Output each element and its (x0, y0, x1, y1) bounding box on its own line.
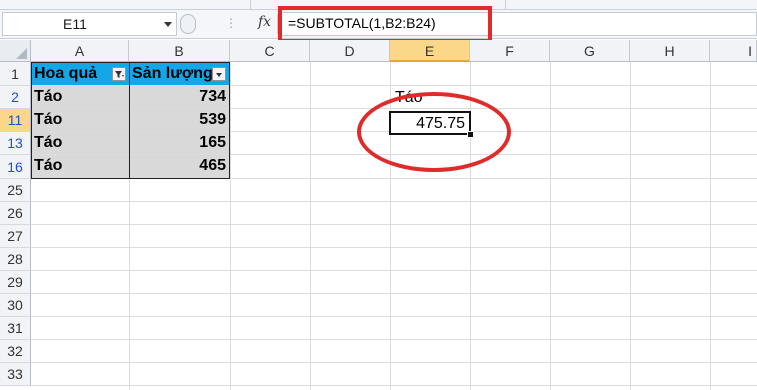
gridline (31, 385, 757, 386)
row-header-25[interactable]: 25 (0, 179, 31, 202)
select-all-button[interactable] (0, 40, 31, 62)
ribbon-separator (250, 0, 251, 9)
gridline (31, 339, 757, 340)
row-header-27[interactable]: 27 (0, 225, 31, 248)
name-box[interactable]: E11 (2, 12, 177, 36)
gridline (31, 316, 757, 317)
gridline (31, 224, 757, 225)
gridline (31, 247, 757, 248)
row-header-30[interactable]: 30 (0, 294, 31, 317)
row-header-11[interactable]: 11 (0, 109, 31, 132)
chevron-down-icon[interactable] (164, 22, 172, 27)
gridline (230, 62, 231, 390)
row-header-33[interactable]: 33 (0, 363, 31, 386)
column-header-f[interactable]: F (470, 40, 550, 62)
column-header-c[interactable]: C (230, 40, 310, 62)
row-header-28[interactable]: 28 (0, 248, 31, 271)
annotation-rectangle (278, 6, 492, 43)
gridline (31, 362, 757, 363)
insert-function-icon[interactable]: fx (258, 14, 271, 30)
select-all-icon (16, 48, 27, 59)
row-header-29[interactable]: 29 (0, 271, 31, 294)
formula-bar-resize-handle[interactable] (180, 14, 196, 34)
column-header-d[interactable]: D (310, 40, 390, 62)
row-header-2[interactable]: 2 (0, 86, 31, 109)
table-divider (129, 62, 130, 179)
gridline (550, 62, 551, 390)
row-header-26[interactable]: 26 (0, 202, 31, 225)
column-header-g[interactable]: G (550, 40, 630, 62)
column-header-i[interactable]: I (710, 40, 757, 62)
row-header-13[interactable]: 13 (0, 132, 31, 155)
column-header-a[interactable]: A (31, 40, 129, 62)
drag-dots-icon: ⋮ (225, 16, 237, 30)
gridline (31, 201, 757, 202)
spreadsheet-grid[interactable]: A B C D E F G H I 1 2 11 13 16 25 26 27 … (0, 40, 757, 390)
annotation-ellipse (357, 92, 511, 172)
row-header-1[interactable]: 1 (0, 62, 31, 86)
row-header-32[interactable]: 32 (0, 340, 31, 363)
gridline (710, 62, 711, 390)
gridline (630, 62, 631, 390)
gridline (31, 293, 757, 294)
column-header-h[interactable]: H (630, 40, 710, 62)
table-border (31, 62, 230, 179)
ribbon-separator (505, 0, 506, 9)
column-header-e[interactable]: E (390, 40, 470, 62)
column-header-b[interactable]: B (129, 40, 230, 62)
row-header-16[interactable]: 16 (0, 155, 31, 179)
gridline (310, 62, 311, 390)
name-box-value: E11 (63, 16, 87, 32)
row-header-31[interactable]: 31 (0, 317, 31, 340)
gridline (31, 270, 757, 271)
